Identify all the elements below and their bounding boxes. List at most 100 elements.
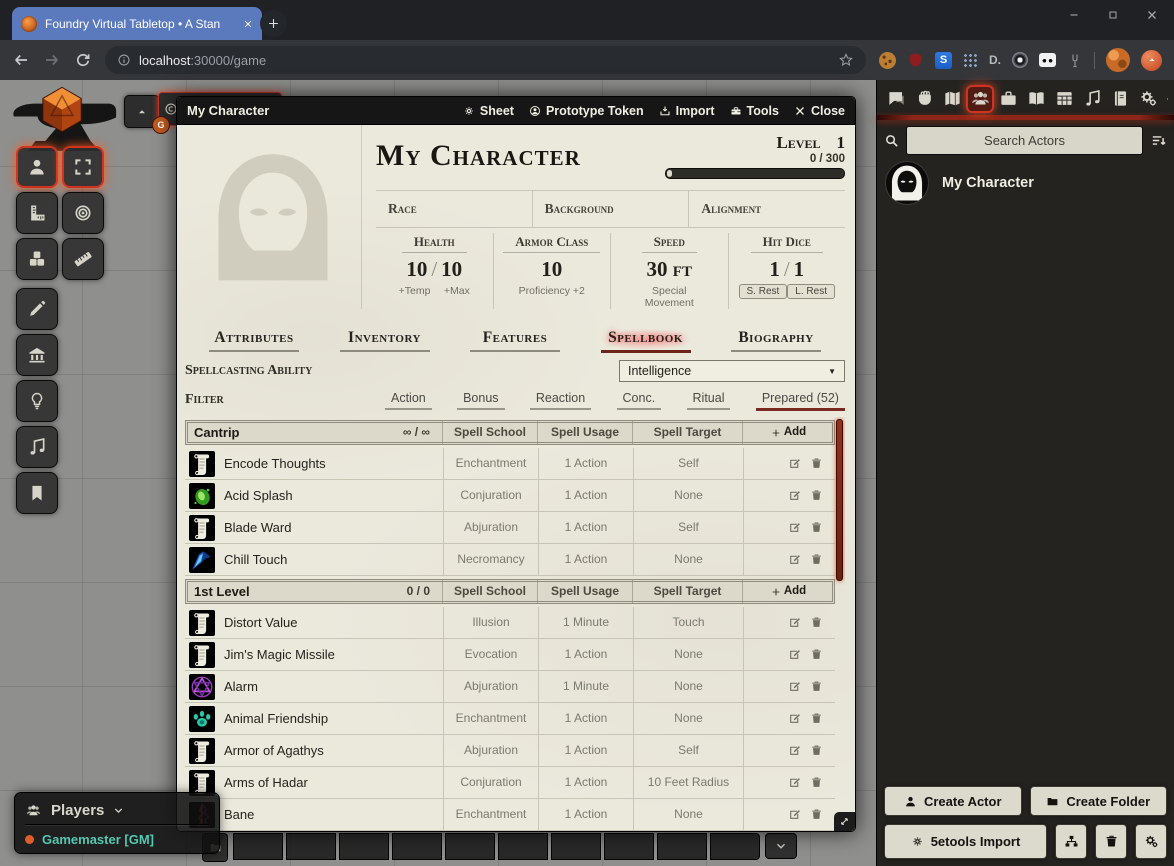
5etools-import-button[interactable]: 5etools Import xyxy=(884,824,1047,859)
spell-row[interactable]: Encode Thoughts Enchantment 1 Action Sel… xyxy=(185,448,835,480)
sidebar-tab-playlists[interactable] xyxy=(1078,85,1106,113)
short-rest-button[interactable]: S. Rest xyxy=(739,284,788,299)
edit-spell-icon[interactable] xyxy=(788,616,801,629)
sidebar-tab-journal[interactable] xyxy=(1022,85,1050,113)
tool-select[interactable] xyxy=(62,146,104,188)
macro-slot[interactable] xyxy=(551,833,601,860)
spell-name[interactable]: Encode Thoughts xyxy=(224,456,326,471)
close-button[interactable]: Close xyxy=(794,104,845,118)
window-resize-handle[interactable] xyxy=(834,812,855,831)
update-browser-icon[interactable] xyxy=(1141,50,1162,71)
sidebar-tab-compendium[interactable] xyxy=(1106,85,1134,113)
macro-slot[interactable] xyxy=(710,833,760,860)
macro-slot[interactable] xyxy=(339,833,389,860)
tools-button[interactable]: Tools xyxy=(730,104,779,118)
macro-slot[interactable] xyxy=(392,833,442,860)
sidebar-tab-settings[interactable] xyxy=(1134,85,1162,113)
reload-icon[interactable] xyxy=(74,51,92,69)
filter-prepared[interactable]: Prepared (52) xyxy=(756,389,845,411)
edit-spell-icon[interactable] xyxy=(788,680,801,693)
macro-slot[interactable] xyxy=(498,833,548,860)
tool-lighting[interactable] xyxy=(16,380,58,422)
spell-artwork-icon[interactable] xyxy=(189,547,215,573)
add-spell-button[interactable]: Add xyxy=(742,580,834,603)
spell-slots[interactable]: ∞ / ∞ xyxy=(403,421,430,444)
new-tab-button[interactable] xyxy=(260,10,287,37)
edit-spell-icon[interactable] xyxy=(788,648,801,661)
delete-spell-icon[interactable] xyxy=(810,457,823,470)
search-input[interactable] xyxy=(906,126,1143,155)
macro-slot[interactable] xyxy=(445,833,495,860)
delete-spell-icon[interactable] xyxy=(810,489,823,502)
spell-artwork-icon[interactable] xyxy=(189,674,215,700)
tool-dice[interactable] xyxy=(16,238,58,280)
delete-spell-icon[interactable] xyxy=(810,553,823,566)
tool-sounds[interactable] xyxy=(16,426,58,468)
spell-row[interactable]: Animal Friendship Enchantment 1 Action N… xyxy=(185,703,835,735)
character-portrait[interactable] xyxy=(185,125,362,309)
eye-extension-icon[interactable] xyxy=(1012,52,1028,68)
maximize-icon[interactable] xyxy=(1107,9,1119,21)
bookmark-star-icon[interactable] xyxy=(838,52,854,68)
macro-slot[interactable] xyxy=(657,833,707,860)
background-field[interactable]: Background xyxy=(532,191,689,227)
create-folder-button[interactable]: Create Folder xyxy=(1030,786,1168,816)
tab-features[interactable]: Features xyxy=(470,329,560,352)
spell-artwork-icon[interactable] xyxy=(189,483,215,509)
spell-row[interactable]: Bane Enchantment 1 Action None xyxy=(185,799,835,831)
add-spell-button[interactable]: Add xyxy=(742,421,834,444)
browser-tab[interactable]: Foundry Virtual Tabletop • A Stan xyxy=(12,7,262,40)
sidebar-tab-combat[interactable] xyxy=(910,85,938,113)
settings-button[interactable] xyxy=(1135,824,1167,859)
tab-spellbook[interactable]: Spellbook xyxy=(601,329,691,353)
edit-spell-icon[interactable] xyxy=(788,553,801,566)
scrollbar-thumb[interactable] xyxy=(836,419,843,581)
sidebar-tab-actors[interactable] xyxy=(966,85,994,113)
adblock-extension-icon[interactable] xyxy=(907,51,924,69)
players-header[interactable]: Players xyxy=(25,796,209,824)
edit-spell-icon[interactable] xyxy=(788,744,801,757)
spell-name[interactable]: Distort Value xyxy=(224,615,297,630)
edit-spell-icon[interactable] xyxy=(788,808,801,821)
site-info-icon[interactable] xyxy=(117,53,131,67)
sidebar-tab-chat[interactable] xyxy=(882,85,910,113)
sheet-config-button[interactable]: Sheet xyxy=(463,104,514,118)
character-name[interactable]: My Character xyxy=(376,133,650,173)
sidebar-tab-scenes[interactable] xyxy=(938,85,966,113)
tab-biography[interactable]: Biography xyxy=(731,329,821,352)
spell-row[interactable]: Armor of Agathys Abjuration 1 Action Sel… xyxy=(185,735,835,767)
tool-tiles[interactable] xyxy=(16,334,58,376)
delete-spell-icon[interactable] xyxy=(810,616,823,629)
spell-row[interactable]: Arms of Hadar Conjuration 1 Action 10 Fe… xyxy=(185,767,835,799)
delete-spell-icon[interactable] xyxy=(810,648,823,661)
tab-close-icon[interactable] xyxy=(243,19,253,29)
spell-artwork-icon[interactable] xyxy=(189,706,215,732)
macro-slot[interactable] xyxy=(604,833,654,860)
forward-icon[interactable] xyxy=(43,51,61,69)
sidebar-tab-tables[interactable] xyxy=(1050,85,1078,113)
address-bar[interactable]: localhost:30000/game xyxy=(105,46,866,74)
back-icon[interactable] xyxy=(12,51,30,69)
actor-list-item[interactable]: My Character xyxy=(877,159,1174,207)
tool-token[interactable] xyxy=(16,146,58,188)
edit-spell-icon[interactable] xyxy=(788,457,801,470)
hotbar-collapse-button[interactable] xyxy=(765,833,797,859)
spell-artwork-icon[interactable] xyxy=(189,642,215,668)
filter-action[interactable]: Action xyxy=(385,389,432,410)
alignment-field[interactable]: Alignment xyxy=(688,191,845,227)
edit-spell-icon[interactable] xyxy=(788,712,801,725)
delete-spell-icon[interactable] xyxy=(810,808,823,821)
spell-name[interactable]: Animal Friendship xyxy=(224,711,328,726)
minimize-icon[interactable] xyxy=(1068,9,1080,21)
sidebar-expand-icon[interactable] xyxy=(1166,93,1169,105)
close-window-icon[interactable] xyxy=(1146,9,1158,21)
profile-avatar[interactable] xyxy=(1106,48,1130,72)
macro-slot[interactable] xyxy=(286,833,336,860)
spell-name[interactable]: Chill Touch xyxy=(224,552,287,567)
spell-row[interactable]: Distort Value Illusion 1 Minute Touch xyxy=(185,607,835,639)
spell-name[interactable]: Acid Splash xyxy=(224,488,293,503)
robot-extension-icon[interactable] xyxy=(1039,53,1056,67)
dots-extension-icon[interactable] xyxy=(963,53,978,67)
macro-slot[interactable] xyxy=(233,833,283,860)
fork-extension-icon[interactable] xyxy=(1067,52,1083,69)
